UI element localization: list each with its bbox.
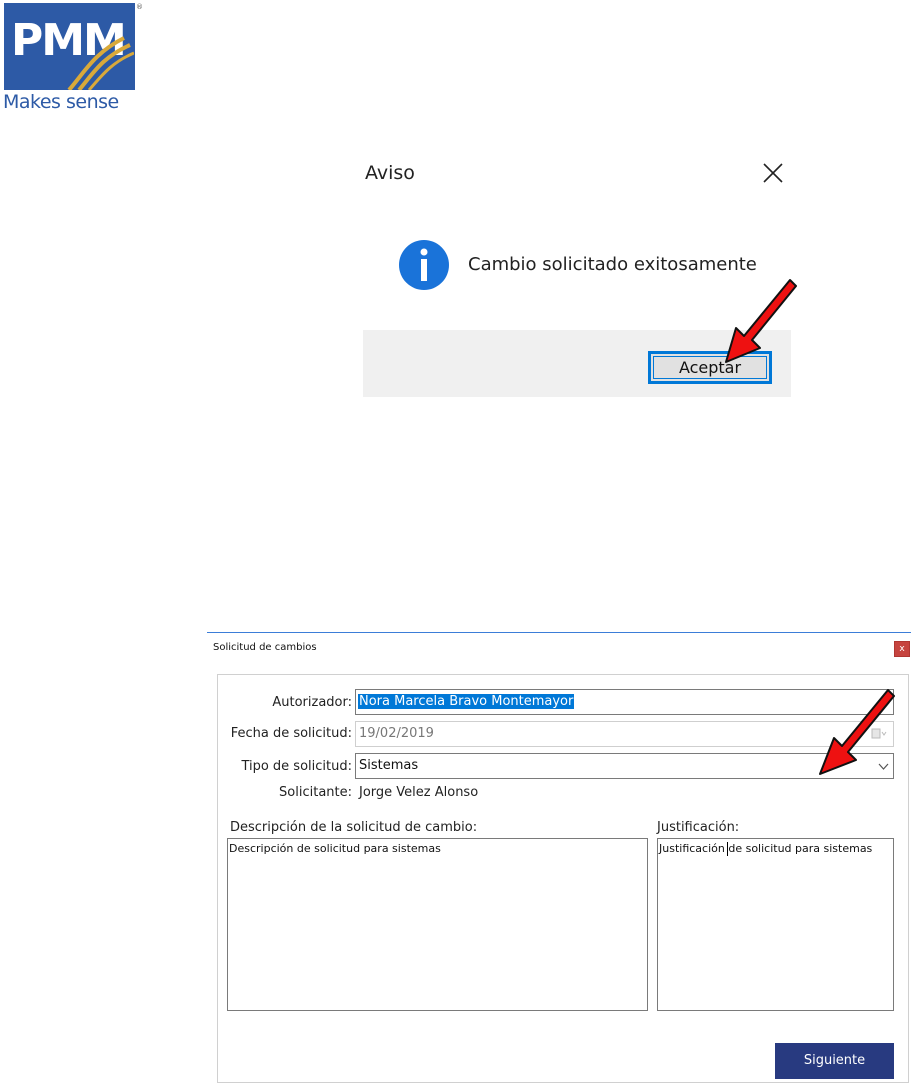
logo-box: PMM (4, 3, 135, 90)
logo-swoosh-graphic (67, 36, 134, 90)
autorizador-value: Nora Marcela Bravo Montemayor (358, 694, 575, 709)
annotation-arrow-2 (819, 689, 895, 775)
pmm-logo: PMM ® Makes sense (3, 3, 143, 115)
solicitud-window: Solicitud de cambios x Autorizador: Nora… (207, 632, 911, 1085)
solicitante-value: Jorge Velez Alonso (359, 785, 479, 800)
window-title: Solicitud de cambios (213, 642, 317, 653)
siguiente-button[interactable]: Siguiente (775, 1043, 894, 1079)
window-close-button[interactable]: x (894, 641, 910, 657)
tipo-value: Sistemas (359, 758, 419, 773)
form-panel: Autorizador: Nora Marcela Bravo Montemay… (217, 674, 909, 1083)
tipo-label: Tipo de solicitud: (241, 759, 352, 774)
justificacion-label: Justificación: (657, 820, 740, 835)
descripcion-text: Descripción de solicitud para sistemas (229, 842, 441, 855)
window-top-border (207, 632, 911, 633)
text-caret (727, 842, 728, 856)
annotation-arrow-1 (725, 279, 797, 363)
close-icon[interactable] (760, 160, 786, 186)
fecha-label: Fecha de solicitud: (230, 726, 352, 741)
registered-mark: ® (136, 3, 143, 11)
logo-tagline: Makes sense (3, 91, 119, 113)
justificacion-textarea[interactable]: Justificación de solicitud para sistemas (657, 838, 894, 1011)
fecha-value: 19/02/2019 (359, 726, 434, 741)
dialog-title: Aviso (365, 162, 415, 184)
info-icon (399, 240, 449, 290)
justificacion-text: Justificación de solicitud para sistemas (659, 842, 873, 855)
dialog-message: Cambio solicitado exitosamente (468, 254, 757, 275)
solicitante-label: Solicitante: (279, 785, 352, 800)
autorizador-label: Autorizador: (272, 695, 352, 710)
descripcion-label: Descripción de la solicitud de cambio: (230, 820, 478, 835)
descripcion-textarea[interactable]: Descripción de solicitud para sistemas (227, 838, 648, 1011)
